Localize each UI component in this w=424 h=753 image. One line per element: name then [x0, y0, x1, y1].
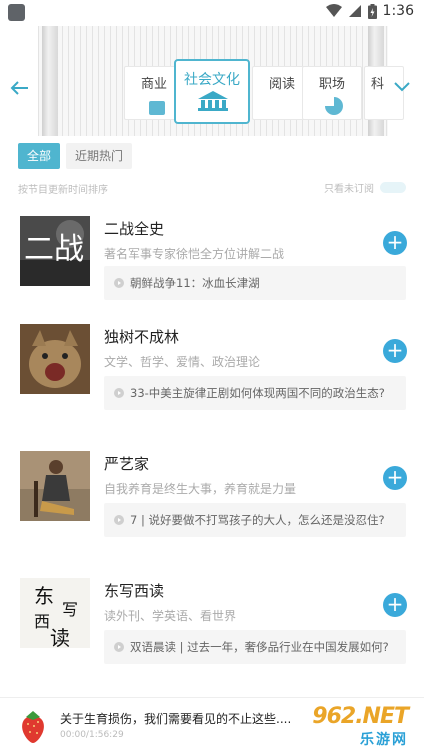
- cover-char: 西: [34, 612, 51, 631]
- only-unsubscribed-label: 只看未订阅: [324, 184, 374, 195]
- category-label: 社会文化: [184, 72, 240, 88]
- program-desc: 著名军事专家徐恺全方位讲解二战: [104, 247, 285, 261]
- player-time: 00:00/1:56:29: [60, 730, 124, 740]
- program-desc: 文学、哲学、爱情、政治理论: [104, 355, 261, 369]
- cover-char: 东: [34, 584, 54, 608]
- latest-episode-title: 33-中美主旋律正剧如何体现两国不同的政治生态?: [130, 386, 385, 400]
- latest-episode-title: 朝鲜战争11：冰血长津湖: [130, 276, 260, 290]
- play-icon: [114, 642, 124, 652]
- only-unsubscribed-filter[interactable]: 只看未订阅: [324, 180, 406, 195]
- category-carousel[interactable]: 商业 阅读 职场 科 社会文化: [0, 26, 424, 136]
- program-title: 独树不成林: [104, 328, 180, 346]
- cover-text: 二战: [24, 232, 84, 267]
- play-icon: [114, 388, 124, 398]
- battery-icon: [367, 3, 377, 19]
- latest-episode[interactable]: 7 | 说好要做不打骂孩子的大人，怎么还是没忍住?: [104, 503, 406, 537]
- latest-episode[interactable]: 双语晨读 | 过去一年，奢侈品行业在中国发展如何?: [104, 630, 406, 664]
- watermark-logo: 962.NET 乐游网: [290, 702, 420, 752]
- category-label: 职场: [318, 77, 345, 92]
- latest-episode[interactable]: 朝鲜战争11：冰血长津湖: [104, 266, 406, 300]
- program-cover: [20, 451, 90, 521]
- chevron-down-icon[interactable]: [394, 82, 410, 92]
- wifi-icon: [325, 4, 342, 17]
- watermark-number: 962.NET: [312, 704, 409, 729]
- cover-image: [20, 451, 90, 521]
- latest-episode-title: 7 | 说好要做不打骂孩子的大人，怎么还是没忍住?: [130, 513, 385, 527]
- program-desc: 读外刊、学英语、看世界: [104, 609, 237, 623]
- back-arrow-icon[interactable]: [10, 80, 30, 96]
- strawberry-icon: [22, 711, 44, 743]
- latest-episode[interactable]: 33-中美主旋律正剧如何体现两国不同的政治生态?: [104, 376, 406, 410]
- category-workplace[interactable]: 职场: [302, 66, 362, 120]
- add-subscribe-button[interactable]: +: [383, 231, 407, 255]
- add-subscribe-button[interactable]: +: [383, 466, 407, 490]
- program-cover: 二战: [20, 216, 90, 286]
- program-title: 严艺家: [104, 455, 150, 473]
- sort-hint: 按节目更新时间排序: [18, 185, 108, 196]
- tab-all[interactable]: 全部: [18, 143, 61, 169]
- category-header: 商业 阅读 职场 科 社会文化: [0, 26, 424, 136]
- pie-chart-icon: [325, 97, 343, 115]
- building-icon: [198, 91, 228, 111]
- only-unsubscribed-toggle[interactable]: [380, 182, 406, 193]
- cover-image: [20, 324, 90, 394]
- add-subscribe-button[interactable]: +: [383, 339, 407, 363]
- category-science[interactable]: 科: [364, 66, 404, 120]
- watermark-sub: 乐游网: [360, 732, 408, 748]
- tab-recent-hot[interactable]: 近期热门: [66, 143, 133, 169]
- program-cover: [20, 324, 90, 394]
- program-title: 东写西读: [104, 582, 165, 600]
- latest-episode-title: 双语晨读 | 过去一年，奢侈品行业在中国发展如何?: [130, 640, 389, 654]
- program-desc: 自我养育是终生大事，养育就是力量: [104, 482, 297, 496]
- cover-char: 读: [50, 626, 70, 648]
- status-time: 1:36: [382, 3, 414, 19]
- play-icon: [114, 515, 124, 525]
- program-title: 二战全史: [104, 220, 165, 238]
- filter-tabs: 全部 近期热门: [18, 143, 133, 169]
- add-subscribe-button[interactable]: +: [383, 593, 407, 617]
- signal-icon: [348, 5, 361, 17]
- status-icons: 1:36: [325, 3, 414, 19]
- program-cover: 东 写 西 读: [20, 578, 90, 648]
- play-icon: [114, 278, 124, 288]
- cover-char: 写: [62, 600, 79, 619]
- notification-app-icon: [8, 4, 25, 21]
- player-title: 关于生育损伤，我们需要看见的不止这些......: [60, 712, 290, 726]
- category-society-culture[interactable]: 社会文化: [174, 59, 250, 124]
- mini-player[interactable]: 关于生育损伤，我们需要看见的不止这些...... 00:00/1:56:29 9…: [0, 697, 424, 753]
- tag-icon: [149, 101, 165, 115]
- status-bar: 1:36: [0, 0, 424, 26]
